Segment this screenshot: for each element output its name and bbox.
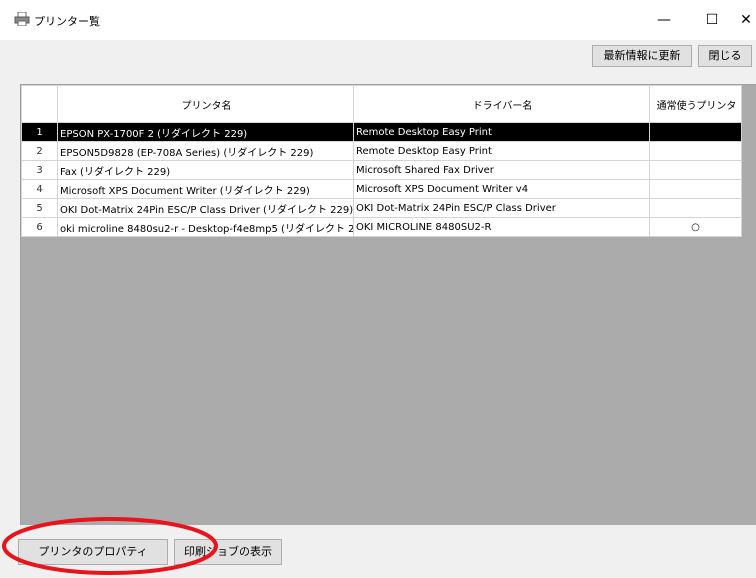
row-index: 3	[21, 160, 58, 180]
printer-name-cell: EPSON PX-1700F 2 (リダイレクト 229)	[57, 122, 354, 142]
table-row[interactable]: 3 Fax (リダイレクト 229) Microsoft Shared Fax Dr…	[21, 160, 742, 180]
driver-name-cell: OKI Dot-Matrix 24Pin ESC/P Class Driver	[353, 198, 650, 218]
table-row[interactable]: 2 EPSON5D9828 (EP-708A Series) (リダイレクト 22…	[21, 141, 742, 161]
driver-name-cell: OKI MICROLINE 8480SU2-R	[353, 217, 650, 237]
driver-name-cell: Microsoft XPS Document Writer v4	[353, 179, 650, 199]
maximize-button[interactable]: ☐	[692, 8, 732, 32]
driver-name-cell: Remote Desktop Easy Print	[353, 141, 650, 161]
minimize-button[interactable]: —	[644, 8, 684, 32]
row-index: 4	[21, 179, 58, 199]
title-bar: プリンター覧 — ☐ ✕	[0, 0, 756, 40]
table-row[interactable]: 6 oki microline 8480su2-r - Desktop-f4e8m…	[21, 217, 742, 237]
refresh-button[interactable]: 最新情報に更新	[592, 45, 692, 67]
print-jobs-button[interactable]: 印刷ジョブの表示	[174, 539, 282, 565]
driver-name-cell: Microsoft Shared Fax Driver	[353, 160, 650, 180]
column-header-index[interactable]	[21, 85, 58, 123]
printer-name-cell: oki microline 8480su2-r - Desktop-f4e8mp…	[57, 217, 354, 237]
default-printer-cell	[649, 160, 742, 180]
printer-name-cell: Microsoft XPS Document Writer (リダイレクト 22…	[57, 179, 354, 199]
default-printer-cell	[649, 122, 742, 142]
printer-icon	[14, 12, 30, 26]
default-printer-cell	[649, 198, 742, 218]
window-title: プリンター覧	[34, 15, 100, 28]
default-printer-cell	[649, 141, 742, 161]
column-header-driver-name[interactable]: ドライバー名	[353, 85, 650, 123]
column-header-printer-name[interactable]: プリンタ名	[57, 85, 354, 123]
printer-name-cell: Fax (リダイレクト 229)	[57, 160, 354, 180]
close-button[interactable]: 閉じる	[698, 45, 752, 67]
row-index: 1	[21, 122, 58, 142]
header-row: プリンタ名 ドライバー名 通常使うプリンタ	[21, 85, 742, 123]
row-index: 6	[21, 217, 58, 237]
row-index: 5	[21, 198, 58, 218]
table-row[interactable]: 5 OKI Dot-Matrix 24Pin ESC/P Class Driver…	[21, 198, 742, 218]
table-row[interactable]: 4 Microsoft XPS Document Writer (リダイレクト 2…	[21, 179, 742, 199]
printer-table: プリンタ名 ドライバー名 通常使うプリンタ 1 EPSON PX-1700F 2 …	[21, 85, 742, 237]
printer-grid[interactable]: プリンタ名 ドライバー名 通常使うプリンタ 1 EPSON PX-1700F 2 …	[20, 84, 756, 525]
table-row[interactable]: 1 EPSON PX-1700F 2 (リダイレクト 229) Remote Des…	[21, 122, 742, 142]
printer-name-cell: OKI Dot-Matrix 24Pin ESC/P Class Driver …	[57, 198, 354, 218]
close-window-button[interactable]: ✕	[732, 8, 756, 32]
column-header-default-printer[interactable]: 通常使うプリンタ	[649, 85, 742, 123]
default-printer-cell	[649, 179, 742, 199]
row-index: 2	[21, 141, 58, 161]
driver-name-cell: Remote Desktop Easy Print	[353, 122, 650, 142]
printer-properties-button[interactable]: プリンタのプロパティ	[18, 539, 168, 565]
default-printer-cell: ○	[649, 217, 742, 237]
printer-name-cell: EPSON5D9828 (EP-708A Series) (リダイレクト 229…	[57, 141, 354, 161]
